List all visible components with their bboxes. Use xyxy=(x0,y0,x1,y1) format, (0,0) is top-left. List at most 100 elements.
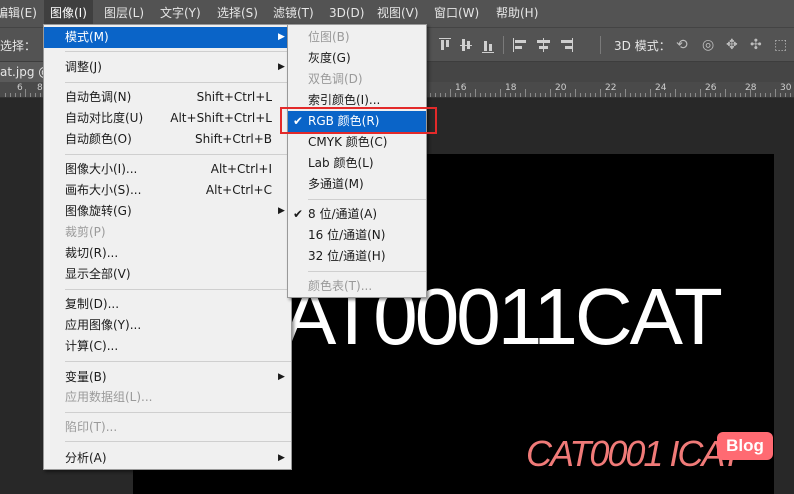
menu-item-canvas-size[interactable]: 画布大小(S)... Alt+Ctrl+C xyxy=(44,180,291,201)
ruler-tick xyxy=(625,89,626,97)
mode-item-grayscale[interactable]: 灰度(G) xyxy=(288,48,426,69)
menu-select[interactable]: 选择(S) xyxy=(217,0,258,27)
pan-3d-icon[interactable]: ✥ xyxy=(726,37,738,53)
menu-window[interactable]: 窗口(W) xyxy=(434,0,479,27)
menu-item-auto-color[interactable]: 自动颜色(O) Shift+Ctrl+B xyxy=(44,129,291,150)
mode-item-32bit[interactable]: 32 位/通道(H) xyxy=(288,246,426,267)
ruler-tick xyxy=(585,93,586,97)
menu-item-apply-image[interactable]: 应用图像(Y)... xyxy=(44,315,291,336)
ruler-label: 8 xyxy=(37,83,43,93)
ruler-tick xyxy=(490,93,491,97)
menu-item-mode[interactable]: 模式(M) ▶ xyxy=(44,27,291,48)
ruler-tick xyxy=(435,93,436,97)
ruler-tick xyxy=(780,93,781,97)
ruler-tick xyxy=(730,93,731,97)
ruler-tick xyxy=(675,89,676,97)
ruler-tick xyxy=(440,93,441,97)
menu-item-analysis[interactable]: 分析(A) ▶ xyxy=(44,448,291,469)
menu-item-shortcut: Alt+Ctrl+I xyxy=(210,162,272,176)
ruler-tick xyxy=(500,89,501,97)
mode-submenu: 位图(B) 灰度(G) 双色调(D) 索引颜色(I)... ✔ RGB 颜色(R)… xyxy=(287,24,427,298)
ruler-tick xyxy=(35,93,36,97)
menu-separator xyxy=(65,361,291,362)
ruler-tick xyxy=(505,93,506,97)
menu-item-adjustments[interactable]: 调整(J) ▶ xyxy=(44,57,291,78)
scale-3d-icon[interactable]: ⬚ xyxy=(774,37,787,53)
ruler-tick xyxy=(740,93,741,97)
ruler-tick xyxy=(725,89,726,97)
menu-item-label: 图像大小(I)... xyxy=(65,162,138,176)
menu-item-label: 应用数据组(L)... xyxy=(65,390,153,404)
mode-item-multichannel[interactable]: 多通道(M) xyxy=(288,174,426,195)
menu-item-reveal-all[interactable]: 显示全部(V) xyxy=(44,264,291,285)
mode-item-lab-color[interactable]: Lab 颜色(L) xyxy=(288,153,426,174)
ruler-tick xyxy=(565,93,566,97)
menu-item-image-size[interactable]: 图像大小(I)... Alt+Ctrl+I xyxy=(44,159,291,180)
mode-item-8bit[interactable]: ✔ 8 位/通道(A) xyxy=(288,204,426,225)
ruler-label: 22 xyxy=(605,83,617,93)
menu-type[interactable]: 文字(Y) xyxy=(160,0,201,27)
ruler-tick xyxy=(590,93,591,97)
ruler-tick xyxy=(705,93,706,97)
slide-3d-icon[interactable]: ✣ xyxy=(750,37,762,53)
menu-item-label: 模式(M) xyxy=(65,30,109,44)
menu-item-calculations[interactable]: 计算(C)... xyxy=(44,336,291,357)
submenu-arrow-icon: ▶ xyxy=(278,453,285,463)
ruler-tick xyxy=(485,93,486,97)
menu-item-variables[interactable]: 变量(B) ▶ xyxy=(44,367,291,388)
menu-item-duplicate[interactable]: 复制(D)... xyxy=(44,294,291,315)
ruler-tick xyxy=(785,93,786,97)
align-vcenter-icon[interactable] xyxy=(458,36,474,54)
ruler-tick xyxy=(720,93,721,97)
ruler-tick xyxy=(530,93,531,97)
menu-item-image-rotation[interactable]: 图像旋转(G) ▶ xyxy=(44,201,291,222)
menu-item-label: 位图(B) xyxy=(308,30,350,44)
rotate-3d-icon[interactable]: ⟲ xyxy=(676,37,688,53)
menu-separator xyxy=(308,271,426,272)
mode-item-16bit[interactable]: 16 位/通道(N) xyxy=(288,225,426,246)
ruler-tick xyxy=(545,93,546,97)
menu-item-label: 多通道(M) xyxy=(308,177,364,191)
roll-3d-icon[interactable]: ◎ xyxy=(702,37,714,53)
menu-image[interactable]: 图像(I) xyxy=(44,0,93,27)
menu-separator xyxy=(65,289,291,290)
ruler-tick xyxy=(650,89,651,97)
submenu-arrow-icon: ▶ xyxy=(278,206,285,216)
menu-help[interactable]: 帮助(H) xyxy=(496,0,538,27)
menu-item-shortcut: Shift+Ctrl+L xyxy=(196,90,272,104)
menu-item-label: 调整(J) xyxy=(65,60,102,74)
menu-item-auto-tone[interactable]: 自动色调(N) Shift+Ctrl+L xyxy=(44,87,291,108)
align-bottom-icon[interactable] xyxy=(480,36,496,54)
ruler-tick xyxy=(690,93,691,97)
menu-item-label: 计算(C)... xyxy=(65,339,119,353)
menu-item-trim[interactable]: 裁切(R)... xyxy=(44,243,291,264)
menu-3d[interactable]: 3D(D) xyxy=(329,0,364,27)
menu-layer[interactable]: 图层(L) xyxy=(104,0,144,27)
menu-item-auto-contrast[interactable]: 自动对比度(U) Alt+Shift+Ctrl+L xyxy=(44,108,291,129)
menu-filter[interactable]: 滤镜(T) xyxy=(273,0,314,27)
align-right-icon[interactable] xyxy=(558,36,574,54)
menu-item-label: 裁切(R)... xyxy=(65,246,119,260)
ruler-tick xyxy=(755,93,756,97)
document-tab[interactable]: at.jpg @ xyxy=(0,62,48,82)
menu-view[interactable]: 视图(V) xyxy=(377,0,419,27)
ruler-tick xyxy=(610,93,611,97)
ruler-tick xyxy=(515,93,516,97)
menu-item-label: CMYK 颜色(C) xyxy=(308,135,388,149)
menu-edit[interactable]: 编辑(E) xyxy=(0,0,37,27)
ruler-tick xyxy=(30,93,31,97)
menu-item-label: 自动颜色(O) xyxy=(65,132,132,146)
ruler-tick xyxy=(710,93,711,97)
mode-item-color-table: 颜色表(T)... xyxy=(288,276,426,297)
align-hcenter-icon[interactable] xyxy=(535,36,551,54)
align-left-icon[interactable] xyxy=(512,36,528,54)
ruler-tick xyxy=(520,93,521,97)
ruler-label: 16 xyxy=(455,83,467,93)
menu-item-label: 32 位/通道(H) xyxy=(308,249,386,263)
blog-badge: Blog xyxy=(717,432,773,460)
ruler-tick xyxy=(555,93,556,97)
mode-item-cmyk-color[interactable]: CMYK 颜色(C) xyxy=(288,132,426,153)
ruler-tick xyxy=(550,89,551,97)
ruler-label: 18 xyxy=(505,83,517,93)
align-top-icon[interactable] xyxy=(437,36,453,54)
